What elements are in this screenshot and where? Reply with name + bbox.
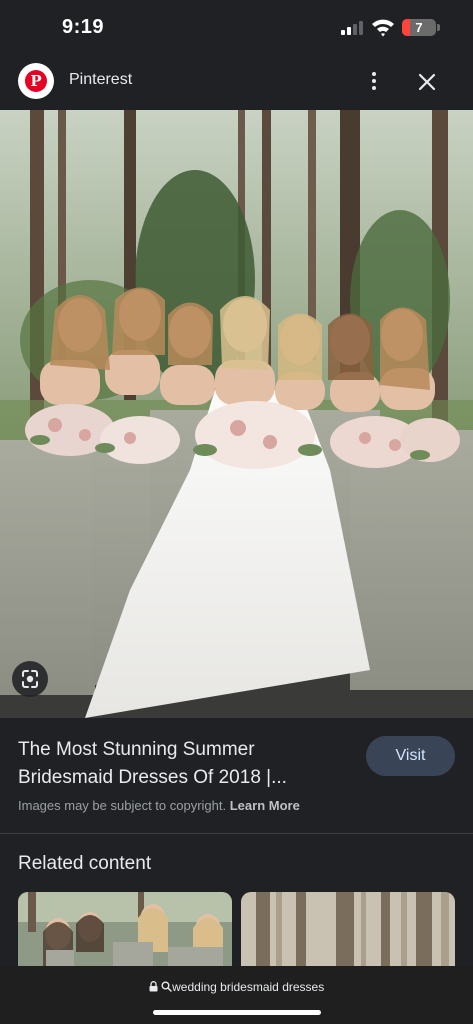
more-options-icon[interactable] — [362, 69, 386, 93]
cellular-signal-icon — [341, 19, 365, 35]
pinterest-logo-icon[interactable]: P — [18, 63, 54, 99]
battery-tip — [437, 24, 440, 31]
search-icon — [161, 981, 172, 992]
wifi-icon — [372, 19, 394, 37]
battery-icon: 7 — [402, 19, 436, 36]
battery-level: 7 — [415, 20, 423, 35]
visit-button[interactable]: Visit — [366, 736, 455, 776]
status-time: 9:19 — [62, 16, 105, 38]
lock-icon — [149, 981, 158, 992]
close-icon[interactable] — [414, 69, 440, 95]
related-thumbnail[interactable] — [18, 892, 232, 970]
result-image[interactable] — [0, 110, 473, 718]
source-name[interactable]: Pinterest — [69, 71, 132, 89]
url-row[interactable]: wedding bridesmaid dresses — [0, 980, 473, 994]
learn-more-link[interactable]: Learn More — [230, 798, 300, 813]
url-bar[interactable]: wedding bridesmaid dresses — [0, 966, 473, 1024]
result-title[interactable]: The Most Stunning Summer Bridesmaid Dres… — [18, 736, 338, 792]
source-header: P Pinterest — [0, 56, 473, 110]
home-indicator — [153, 1010, 321, 1015]
url-query: wedding bridesmaid dresses — [172, 980, 325, 994]
divider — [0, 833, 473, 834]
status-bar: 9:19 7 — [0, 0, 473, 56]
related-thumbnail[interactable] — [241, 892, 455, 970]
related-content-heading: Related content — [18, 853, 152, 874]
copyright-text: Images may be subject to copyright. — [18, 798, 227, 813]
copyright-notice: Images may be subject to copyright. Lear… — [18, 798, 300, 813]
wedding-photo — [0, 110, 473, 718]
google-lens-icon[interactable] — [12, 661, 48, 697]
